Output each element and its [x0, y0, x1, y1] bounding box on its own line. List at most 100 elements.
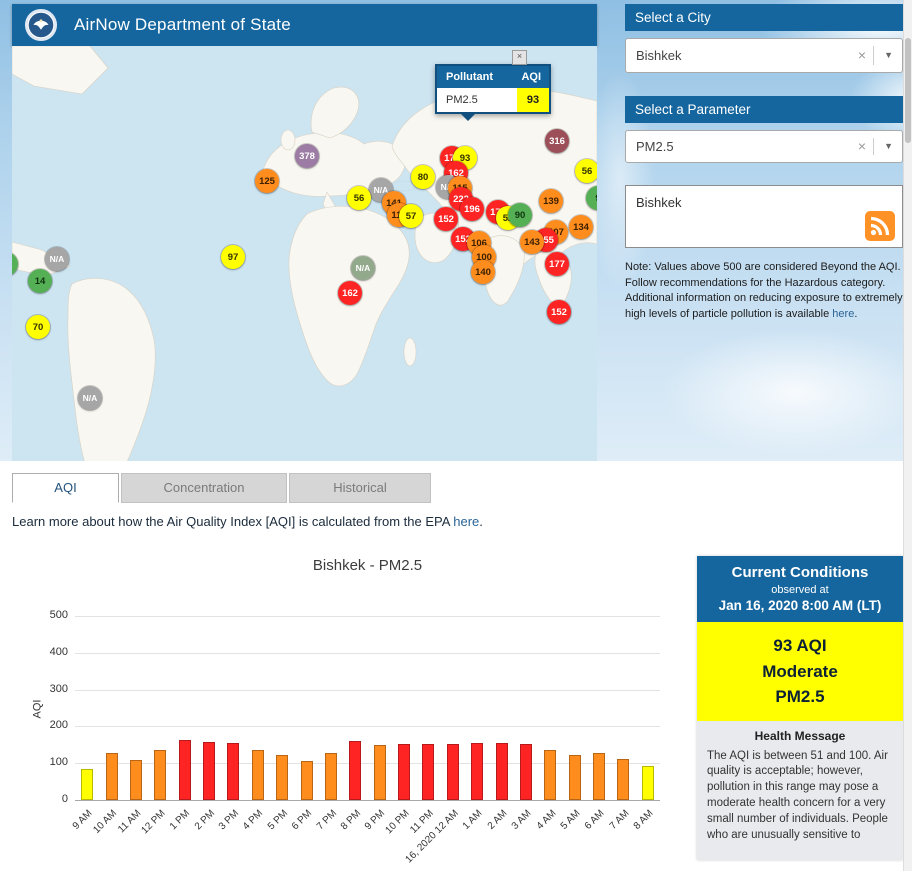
aqi-marker[interactable]: N/A	[351, 256, 375, 280]
select-divider	[873, 46, 874, 65]
parameter-select[interactable]: PM2.5 × ▼	[625, 130, 903, 163]
aqi-bar[interactable]	[252, 750, 264, 800]
learn-more-period: .	[479, 514, 483, 529]
x-axis-tick-label: 5 AM	[559, 808, 583, 832]
chevron-down-icon[interactable]: ▼	[884, 131, 893, 162]
note-here-link[interactable]: here	[832, 308, 854, 320]
aqi-bar[interactable]	[447, 744, 459, 800]
scrollbar-thumb[interactable]	[905, 38, 911, 143]
aqi-bar[interactable]	[203, 742, 215, 800]
tab-historical[interactable]: Historical	[289, 473, 431, 503]
aqi-marker[interactable]: 56	[347, 186, 371, 210]
x-axis-tick-label: 7 AM	[607, 808, 631, 832]
rss-city-label: Bishkek	[626, 186, 902, 210]
aqi-bar[interactable]	[520, 744, 532, 800]
x-axis-tick-label: 5 PM	[266, 808, 290, 832]
sidebar: Select a City Bishkek × ▼ Select a Param…	[625, 0, 903, 461]
aqi-marker[interactable]: N/A	[45, 247, 69, 271]
aqi-marker[interactable]: 70	[26, 315, 50, 339]
x-axis-tick-label: 10 PM	[384, 808, 412, 836]
select-divider	[873, 138, 874, 155]
aqi-bar[interactable]	[617, 759, 629, 800]
aqi-bar[interactable]	[325, 753, 337, 800]
aqi-bar[interactable]	[496, 743, 508, 800]
city-select[interactable]: Bishkek × ▼	[625, 38, 903, 73]
aqi-marker[interactable]: 97	[221, 245, 245, 269]
aqi-marker[interactable]: 162	[338, 281, 362, 305]
aqi-bar[interactable]	[106, 753, 118, 800]
aqi-bar[interactable]	[642, 766, 654, 800]
aqi-bar[interactable]	[349, 741, 361, 800]
y-axis-tick-label: 300	[20, 683, 68, 695]
aqi-marker[interactable]: 140	[471, 260, 495, 284]
aqi-marker[interactable]: 125	[255, 169, 279, 193]
aqi-marker[interactable]: 177	[545, 252, 569, 276]
y-axis-tick-label: 100	[20, 756, 68, 768]
popup-header: Pollutant AQI	[437, 66, 549, 88]
scrollbar[interactable]	[903, 0, 912, 871]
aqi-bar[interactable]	[276, 755, 288, 800]
popup-pollutant-value: PM2.5	[437, 88, 517, 112]
aqi-bar[interactable]	[398, 744, 410, 800]
tab-bar: AQI Concentration Historical	[12, 473, 431, 503]
learn-more-body: Learn more about how the Air Quality Ind…	[12, 514, 453, 529]
aqi-bar[interactable]	[422, 744, 434, 800]
x-axis-tick-label: 10 AM	[92, 808, 120, 836]
aqi-marker[interactable]: 378	[295, 144, 319, 168]
tab-concentration[interactable]: Concentration	[121, 473, 287, 503]
current-aqi-value: 93 AQI	[701, 633, 899, 659]
aqi-marker[interactable]: N/A	[78, 386, 102, 410]
tab-aqi[interactable]: AQI	[12, 473, 119, 503]
aqi-bar[interactable]	[544, 750, 556, 800]
aqi-marker[interactable]: 80	[411, 165, 435, 189]
aqi-bar[interactable]	[593, 753, 605, 800]
aqi-marker[interactable]: 56	[575, 159, 597, 183]
aqi-marker[interactable]: 196	[460, 197, 484, 221]
gridline	[75, 690, 660, 691]
beyond-aqi-note: Note: Values above 500 are considered Be…	[625, 260, 903, 322]
aqi-bar[interactable]	[227, 743, 239, 800]
app-header: AirNow Department of State	[12, 4, 597, 46]
aqi-marker[interactable]: 14	[28, 269, 52, 293]
aqi-world-map[interactable]: 37812580N/A561411155717293162N/A11522219…	[12, 46, 597, 461]
aqi-marker[interactable]: 90	[508, 203, 532, 227]
y-axis-tick-label: 200	[20, 719, 68, 731]
aqi-marker[interactable]: 143	[520, 230, 544, 254]
note-text: Note: Values above 500 are considered Be…	[625, 261, 903, 320]
aqi-marker[interactable]: 139	[539, 189, 563, 213]
aqi-bar[interactable]	[179, 740, 191, 800]
aqi-marker[interactable]: 57	[399, 204, 423, 228]
aqi-marker[interactable]: 152	[434, 207, 458, 231]
health-message-box: Health Message The AQI is between 51 and…	[697, 721, 903, 860]
aqi-marker[interactable]: 134	[569, 215, 593, 239]
x-axis-tick-label: 2 AM	[485, 808, 509, 832]
popup-close-icon[interactable]: ×	[512, 50, 527, 65]
aqi-marker[interactable]: 152	[547, 300, 571, 324]
clear-icon[interactable]: ×	[858, 39, 866, 72]
aqi-bar[interactable]	[81, 769, 93, 800]
aqi-bar[interactable]	[154, 750, 166, 800]
aqi-bar[interactable]	[569, 755, 581, 800]
popup-pollutant-header: Pollutant	[437, 66, 509, 88]
gridline	[75, 726, 660, 727]
x-axis-tick-label: 6 PM	[290, 808, 314, 832]
note-period: .	[854, 308, 857, 320]
aqi-bar[interactable]	[301, 761, 313, 800]
health-message-title: Health Message	[707, 729, 893, 743]
chart-title: Bishkek - PM2.5	[75, 557, 660, 574]
observed-datetime: Jan 16, 2020 8:00 AM (LT)	[701, 598, 899, 613]
current-aqi-parameter: PM2.5	[701, 684, 899, 710]
rss-feed-box: Bishkek	[625, 185, 903, 248]
health-message-text: The AQI is between 51 and 100. Air quali…	[707, 749, 893, 844]
aqi-bar[interactable]	[471, 743, 483, 800]
aqi-marker[interactable]: 316	[545, 129, 569, 153]
x-axis-tick-label: 3 PM	[217, 808, 241, 832]
clear-icon[interactable]: ×	[858, 131, 866, 162]
rss-icon[interactable]	[865, 211, 895, 241]
chevron-down-icon[interactable]: ▼	[884, 39, 893, 72]
x-axis-tick-label: 12 PM	[140, 808, 168, 836]
aqi-bar[interactable]	[130, 760, 142, 800]
aqi-bar[interactable]	[374, 745, 386, 800]
epa-here-link[interactable]: here	[453, 514, 479, 529]
y-axis-tick-label: 400	[20, 646, 68, 658]
